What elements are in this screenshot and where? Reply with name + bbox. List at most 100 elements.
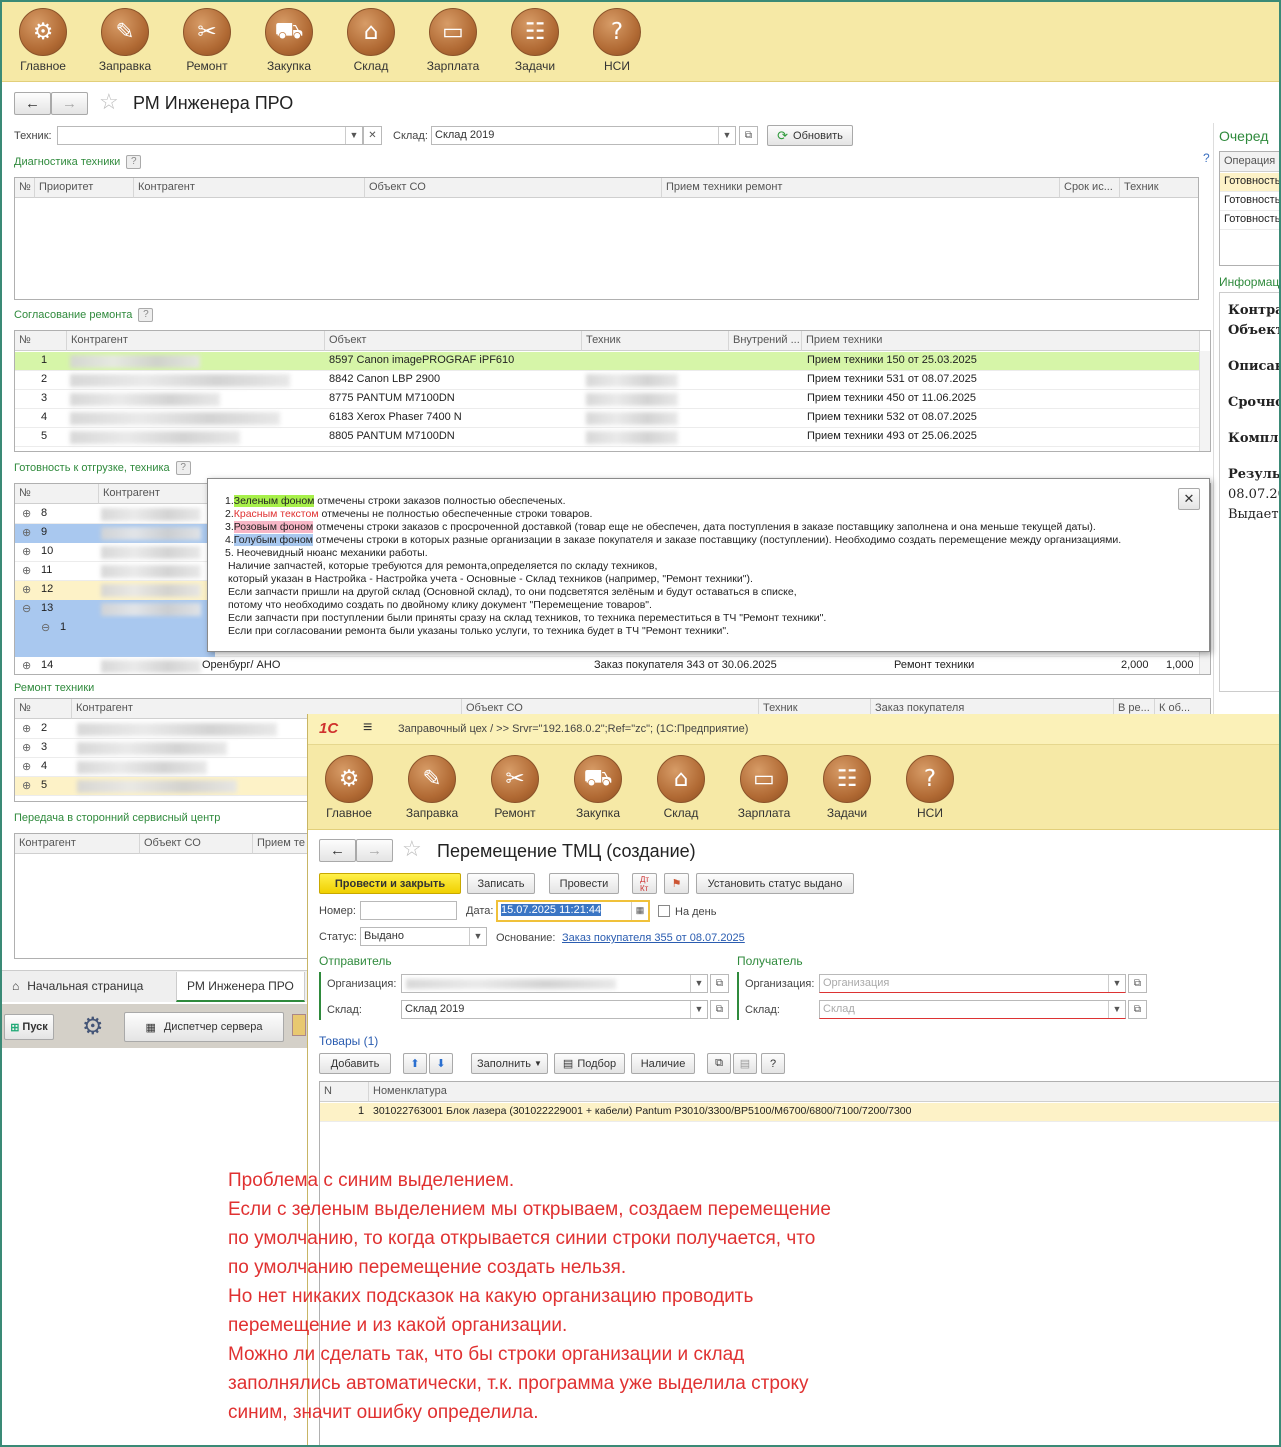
section-6[interactable]: ▭ Зарплата xyxy=(725,755,803,820)
goods-title[interactable]: Товары (1) xyxy=(319,1034,378,1048)
section-2[interactable]: ✎ Заправка xyxy=(393,755,471,820)
column-header[interactable]: Контрагент xyxy=(67,331,325,351)
chevron-down-icon[interactable]: ▼ xyxy=(1108,1001,1125,1018)
section-3[interactable]: ✂ Ремонт xyxy=(170,8,244,73)
help-icon[interactable]: ? xyxy=(138,308,154,322)
doc-back-button[interactable]: ← xyxy=(319,839,356,862)
help-icon[interactable]: ? xyxy=(1203,151,1210,165)
table-row[interactable]: 4 6183 Xerox Phaser 7400 N Прием техники 5… xyxy=(15,409,1210,428)
warehouse-field[interactable]: Склад 2019 ▼ xyxy=(431,126,736,145)
column-header[interactable]: Прием техники xyxy=(802,331,1200,351)
section-5[interactable]: ⌂ Склад xyxy=(642,755,720,820)
open-icon[interactable]: ⧉ xyxy=(1128,1000,1147,1019)
section-7[interactable]: ☷ Задачи xyxy=(808,755,886,820)
open-icon[interactable]: ⧉ xyxy=(739,126,758,145)
column-header[interactable]: Номенклатура xyxy=(369,1082,1281,1102)
expand-icon[interactable]: ⊕ xyxy=(22,545,31,558)
server-manager-button[interactable]: ▦ Диспетчер сервера xyxy=(124,1012,284,1042)
section-1[interactable]: ⚙ Главное xyxy=(6,8,80,73)
table-row[interactable]: 2 8842 Canon LBP 2900 Прием техники 531 от… xyxy=(15,371,1210,390)
column-header[interactable]: Срок ис... xyxy=(1060,178,1120,198)
help-icon[interactable]: ? xyxy=(175,461,191,475)
forward-button[interactable]: → xyxy=(51,92,88,115)
expand-icon[interactable]: ⊕ xyxy=(22,526,31,539)
column-header[interactable]: № xyxy=(15,331,67,351)
open-icon[interactable]: ⧉ xyxy=(710,1000,729,1019)
expand-icon[interactable]: ⊕ xyxy=(22,583,31,596)
diagnostics-table[interactable]: № Приоритет Контрагент Объект СО Прием техни… xyxy=(14,177,1199,300)
scrollbar[interactable] xyxy=(1199,351,1210,451)
column-header[interactable]: Объект xyxy=(325,331,582,351)
back-button[interactable]: ← xyxy=(14,92,51,115)
add-button[interactable]: Добавить xyxy=(319,1053,391,1074)
open-icon[interactable]: ⧉ xyxy=(710,974,729,993)
column-header[interactable]: Внутрений ... xyxy=(729,331,802,351)
receiver-wh-field[interactable]: Склад ▼ xyxy=(819,1000,1126,1019)
date-field[interactable]: 15.07.2025 11:21:44 ▦ xyxy=(496,900,650,922)
column-header[interactable]: Контрагент xyxy=(99,484,219,504)
column-header[interactable]: № xyxy=(15,699,72,719)
basis-link[interactable]: Заказ покупателя 355 от 08.07.2025 xyxy=(562,932,745,944)
set-status-button[interactable]: Установить статус выдано xyxy=(696,873,854,894)
section-8[interactable]: ? НСИ xyxy=(580,8,654,73)
section-3[interactable]: ✂ Ремонт xyxy=(476,755,554,820)
move-up-icon[interactable]: ⬆ xyxy=(403,1053,427,1074)
table-row[interactable]: 3 8775 PANTUM M7100DN Прием техники 450 от… xyxy=(15,390,1210,409)
expand-icon[interactable]: ⊖ xyxy=(41,621,50,634)
copy-icon[interactable]: ⧉ xyxy=(707,1053,731,1074)
open-icon[interactable]: ⧉ xyxy=(1128,974,1147,993)
expand-icon[interactable]: ⊕ xyxy=(22,564,31,577)
table-row[interactable]: 1 301022763001 Блок лазера (301022229001 … xyxy=(320,1103,1281,1122)
expand-icon[interactable]: ⊕ xyxy=(22,779,31,792)
number-field[interactable] xyxy=(360,901,457,920)
move-down-icon[interactable]: ⬇ xyxy=(429,1053,453,1074)
help-icon[interactable]: ? xyxy=(126,155,142,169)
calendar-icon[interactable]: ▦ xyxy=(631,902,648,920)
expand-icon[interactable]: ⊕ xyxy=(22,760,31,773)
chevron-down-icon[interactable]: ▼ xyxy=(690,975,707,992)
pick-button[interactable]: ▤ Подбор xyxy=(554,1053,625,1074)
server-gear-icon[interactable]: ⚙ xyxy=(82,1012,104,1041)
column-header[interactable]: N xyxy=(320,1082,369,1102)
column-header[interactable]: Техник xyxy=(1120,178,1198,198)
column-header[interactable]: № xyxy=(15,178,35,198)
section-8[interactable]: ? НСИ xyxy=(891,755,969,820)
expand-icon[interactable]: ⊕ xyxy=(22,507,31,520)
section-4[interactable]: ⛟ Закупка xyxy=(252,8,326,73)
column-header[interactable]: № xyxy=(15,484,99,504)
receiver-org-field[interactable]: Организация ▼ xyxy=(819,974,1126,993)
expand-icon[interactable]: ⊕ xyxy=(22,659,31,672)
section-4[interactable]: ⛟ Закупка xyxy=(559,755,637,820)
save-button[interactable]: Записать xyxy=(467,873,535,894)
queue-table[interactable]: Операция Готовность Готовность Готовность xyxy=(1219,151,1281,266)
expand-icon[interactable]: ⊖ xyxy=(22,602,31,615)
chevron-down-icon[interactable]: ▼ xyxy=(469,928,486,945)
per-day-checkbox[interactable] xyxy=(658,905,670,917)
column-header[interactable]: Контрагент xyxy=(15,834,140,854)
chevron-down-icon[interactable]: ▼ xyxy=(1108,975,1125,992)
post-button[interactable]: Провести xyxy=(549,873,619,894)
column-header[interactable]: Контрагент xyxy=(134,178,365,198)
column-header[interactable]: Прием те xyxy=(253,834,313,854)
tab-home[interactable]: ⌂ Начальная страница xyxy=(2,972,172,1002)
column-header[interactable]: Прием техники ремонт xyxy=(662,178,1060,198)
table-row[interactable]: 1 8597 Canon imagePROGRAF iPF610 Прием тех… xyxy=(15,352,1210,371)
sender-wh-field[interactable]: Склад 2019 ▼ xyxy=(401,1000,708,1019)
chevron-down-icon[interactable]: ▼ xyxy=(345,127,362,144)
column-header[interactable]: Техник xyxy=(582,331,729,351)
help-icon[interactable]: ? xyxy=(761,1053,785,1074)
close-button[interactable]: ✕ xyxy=(1178,488,1200,510)
column-header[interactable]: Операция xyxy=(1220,152,1281,172)
dt-kt-icon[interactable]: Дт Кт xyxy=(632,873,657,894)
table-row[interactable]: ⊕ 14 Оренбург/ АНО Заказ покупателя 343 от … xyxy=(15,657,1210,674)
star-icon[interactable]: ☆ xyxy=(402,836,422,862)
start-button[interactable]: ⊞ Пуск xyxy=(4,1014,54,1040)
column-header[interactable]: Объект СО xyxy=(140,834,253,854)
table-row[interactable]: Готовность xyxy=(1220,173,1281,192)
refresh-button[interactable]: ⟳ Обновить xyxy=(767,125,853,146)
stock-button[interactable]: Наличие xyxy=(631,1053,695,1074)
table-row[interactable]: Готовность xyxy=(1220,192,1281,211)
tab-rm-engineer[interactable]: РМ Инженера ПРО xyxy=(176,972,305,1002)
menu-icon[interactable]: ≡ xyxy=(363,719,372,737)
paste-icon[interactable]: ▤ xyxy=(733,1053,757,1074)
